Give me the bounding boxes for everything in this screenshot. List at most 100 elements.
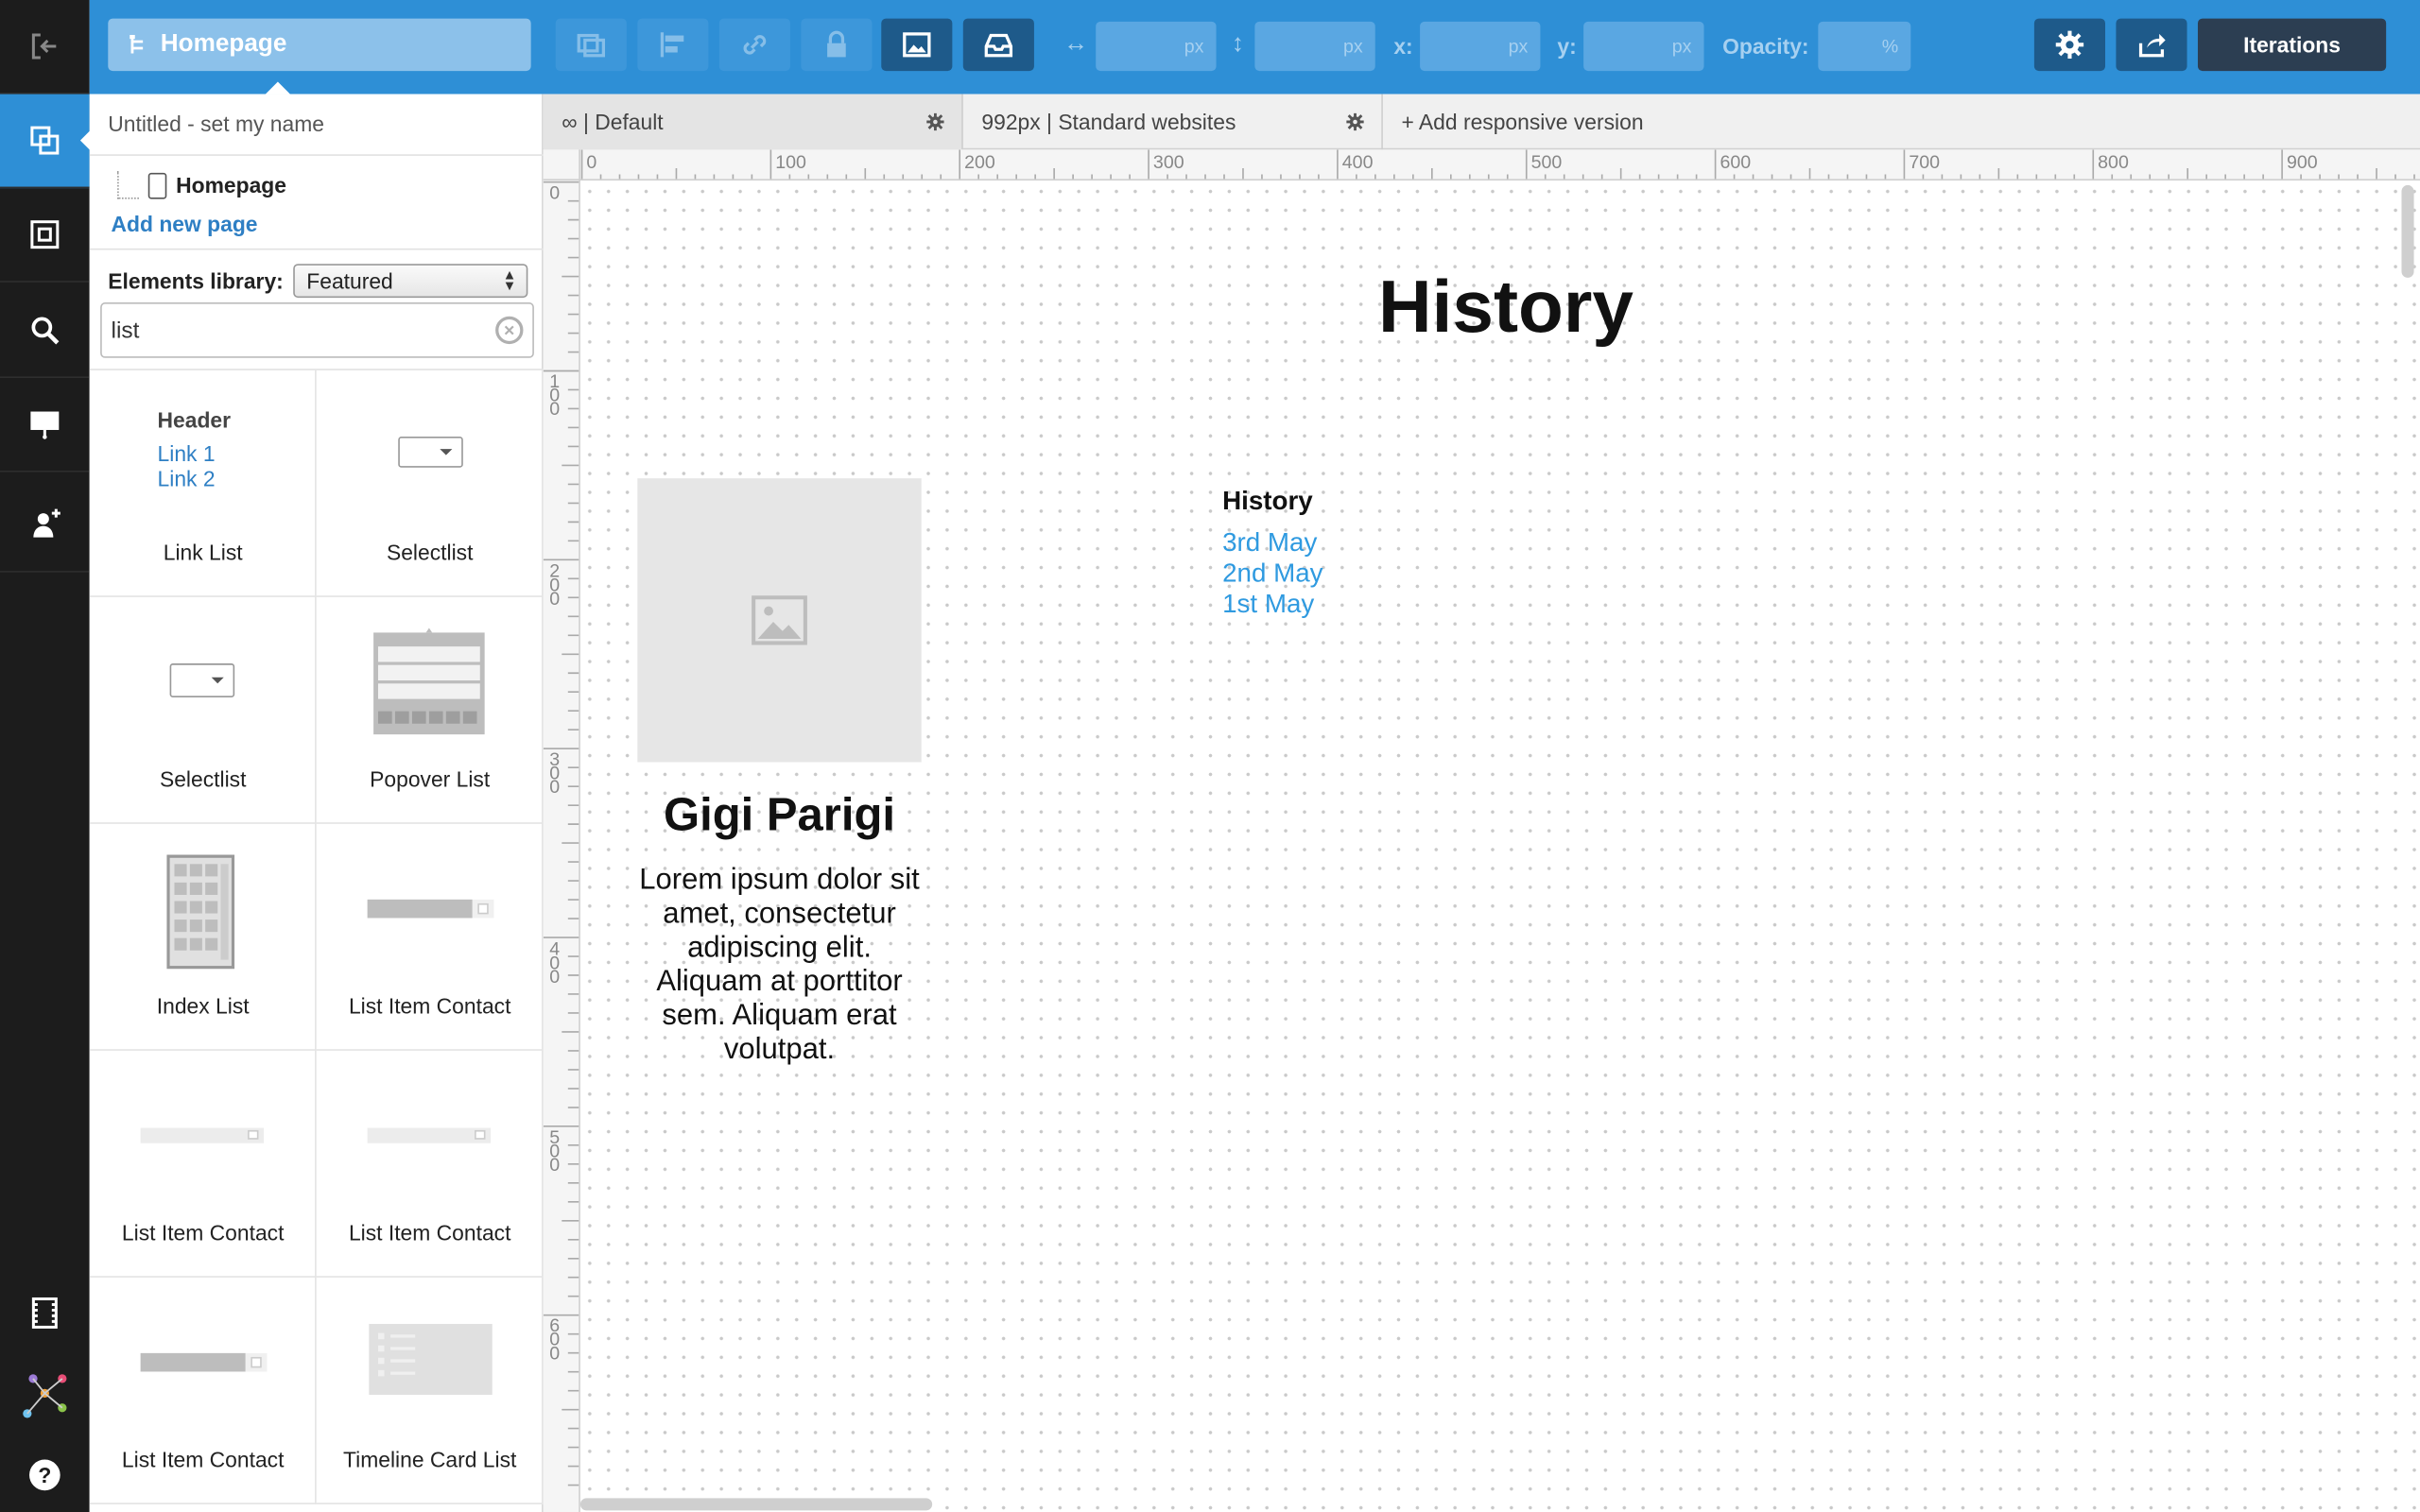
project-name[interactable]: Untitled - set my name bbox=[89, 94, 544, 156]
clear-search-icon[interactable]: × bbox=[495, 316, 524, 345]
thumb-link-2: Link 2 bbox=[157, 466, 216, 491]
profile-name[interactable]: Gigi Parigi bbox=[637, 790, 921, 843]
help-icon: ? bbox=[29, 1458, 60, 1490]
ruler-corner bbox=[543, 149, 580, 181]
ruler-label: 600 bbox=[549, 1314, 561, 1365]
opacity-unit: % bbox=[1881, 35, 1899, 58]
history-link[interactable]: 2nd May bbox=[1222, 558, 1322, 590]
design-canvas[interactable]: History Gigi Parigi Lorem ipsum dolor si… bbox=[579, 181, 2420, 1512]
ruler-left-ticks bbox=[543, 180, 579, 1486]
element-index-list[interactable]: Index List bbox=[89, 823, 317, 1051]
element-label: Selectlist bbox=[159, 766, 247, 792]
ruler-label: 0 bbox=[586, 151, 597, 173]
opacity-field[interactable]: % bbox=[1818, 21, 1911, 72]
comments-button[interactable] bbox=[0, 378, 90, 472]
width-field[interactable]: px bbox=[1096, 21, 1217, 72]
chevron-down-icon bbox=[211, 677, 224, 684]
tab-default[interactable]: ∞ | Default bbox=[543, 94, 963, 150]
selectlist-thumb bbox=[169, 663, 235, 697]
history-link[interactable]: 3rd May bbox=[1222, 527, 1317, 558]
history-heading[interactable]: History bbox=[1222, 486, 1313, 517]
tab-992px[interactable]: 992px | Standard websites bbox=[963, 94, 1383, 150]
element-label: List Item Contact bbox=[348, 1220, 511, 1246]
ruler-left: 0 100 200 300 400 500 600 bbox=[543, 149, 580, 1512]
element-label: List Item Contact bbox=[121, 1447, 285, 1472]
elements-panel: Untitled - set my name Homepage Add new … bbox=[89, 94, 544, 1512]
ruler-label: 200 bbox=[964, 151, 995, 173]
link-button[interactable] bbox=[718, 18, 790, 72]
layers-icon bbox=[30, 220, 60, 249]
layers-button[interactable] bbox=[0, 188, 90, 283]
page-selector-label: Homepage bbox=[160, 30, 287, 58]
element-list-item-contact[interactable]: List Item Contact bbox=[316, 1050, 544, 1278]
ruler-label: 900 bbox=[2286, 151, 2318, 173]
element-popover-list[interactable]: Popover List bbox=[316, 596, 544, 824]
group-button[interactable] bbox=[555, 18, 627, 72]
element-list-item-contact[interactable]: List Item Contact bbox=[89, 1277, 317, 1504]
page-selector-button[interactable]: Homepage bbox=[108, 18, 531, 72]
timeline-card-list-thumb bbox=[369, 1323, 493, 1395]
vertical-scrollbar[interactable] bbox=[2401, 184, 2414, 278]
add-responsive-version[interactable]: + Add responsive version bbox=[1383, 94, 1692, 150]
history-link[interactable]: 1st May bbox=[1222, 590, 1314, 621]
page-tree-label: Homepage bbox=[176, 172, 286, 198]
film-icon bbox=[31, 1297, 58, 1329]
ruler-top: 0 100 200 300 400 500 600 700 800 900 bbox=[579, 149, 2420, 181]
interactions-button[interactable] bbox=[0, 1346, 90, 1440]
profile-body[interactable]: Lorem ipsum dolor sit amet, consectetur … bbox=[637, 864, 921, 1068]
search-button[interactable] bbox=[0, 284, 90, 379]
element-label: List Item Contact bbox=[121, 1220, 285, 1246]
list-item-contact-thumb bbox=[367, 1127, 492, 1143]
responsive-tabs: ∞ | Default 992px | Standard websites + … bbox=[543, 94, 2420, 150]
ruler-label: 100 bbox=[549, 370, 561, 421]
pages-button[interactable] bbox=[0, 94, 90, 189]
image-button[interactable] bbox=[881, 18, 953, 72]
align-button[interactable] bbox=[637, 18, 709, 72]
image-placeholder[interactable] bbox=[637, 478, 922, 763]
library-select-value: Featured bbox=[306, 267, 393, 293]
canvas-title[interactable]: History bbox=[1378, 266, 1634, 351]
ruler-label: 400 bbox=[1341, 151, 1374, 173]
selectlist-thumb bbox=[398, 437, 463, 468]
add-new-page-link[interactable]: Add new page bbox=[112, 212, 258, 236]
gear-icon[interactable] bbox=[1344, 112, 1366, 133]
gear-icon[interactable] bbox=[925, 112, 946, 133]
element-label: Popover List bbox=[370, 766, 491, 792]
y-label: y: bbox=[1557, 33, 1577, 60]
element-selectlist[interactable]: Selectlist bbox=[316, 369, 544, 597]
help-button[interactable]: ? bbox=[0, 1427, 90, 1512]
x-field[interactable]: px bbox=[1420, 21, 1541, 72]
lock-button[interactable] bbox=[801, 18, 873, 72]
share-button[interactable] bbox=[2116, 18, 2187, 72]
exit-button[interactable] bbox=[0, 0, 90, 94]
ruler-label: 400 bbox=[549, 937, 561, 988]
ruler-label: 300 bbox=[1152, 151, 1184, 173]
library-search-input[interactable]: list × bbox=[100, 302, 534, 358]
share-icon bbox=[2138, 33, 2166, 58]
horizontal-scrollbar[interactable] bbox=[579, 1498, 933, 1511]
ruler-label: 300 bbox=[549, 748, 561, 799]
top-toolbar: Homepage ↔ px ↕ px x: px y: px Opacity: … bbox=[89, 0, 2420, 94]
iterations-button[interactable]: Iterations bbox=[2197, 18, 2387, 72]
ruler-label: 500 bbox=[1530, 151, 1563, 173]
list-item-contact-thumb bbox=[367, 899, 494, 919]
height-field[interactable]: px bbox=[1254, 21, 1375, 72]
element-timeline-card-list[interactable]: Timeline Card List bbox=[316, 1277, 544, 1504]
element-link-list[interactable]: Header Link 1 Link 2 Link List bbox=[89, 369, 317, 597]
settings-button[interactable] bbox=[2033, 18, 2106, 72]
page-tree-item[interactable]: Homepage bbox=[117, 168, 286, 202]
library-select[interactable]: Featured ▲ ▼ bbox=[292, 263, 527, 298]
element-list-item-contact[interactable]: List Item Contact bbox=[89, 1050, 317, 1278]
inbox-button[interactable] bbox=[962, 18, 1034, 72]
opacity-label: Opacity: bbox=[1722, 33, 1809, 60]
tab-label: ∞ | Default bbox=[562, 109, 664, 135]
y-field[interactable]: px bbox=[1583, 21, 1704, 72]
element-list-item-contact[interactable]: List Item Contact bbox=[316, 823, 544, 1051]
sitemap-icon bbox=[130, 34, 144, 53]
element-selectlist[interactable]: Selectlist bbox=[89, 596, 317, 824]
users-button[interactable] bbox=[0, 478, 90, 573]
pages-icon bbox=[30, 126, 60, 155]
link-list-thumb: Header Link 1 Link 2 bbox=[158, 407, 266, 490]
tab-label: 992px | Standard websites bbox=[981, 109, 1236, 135]
ruler-label: 100 bbox=[775, 151, 806, 173]
